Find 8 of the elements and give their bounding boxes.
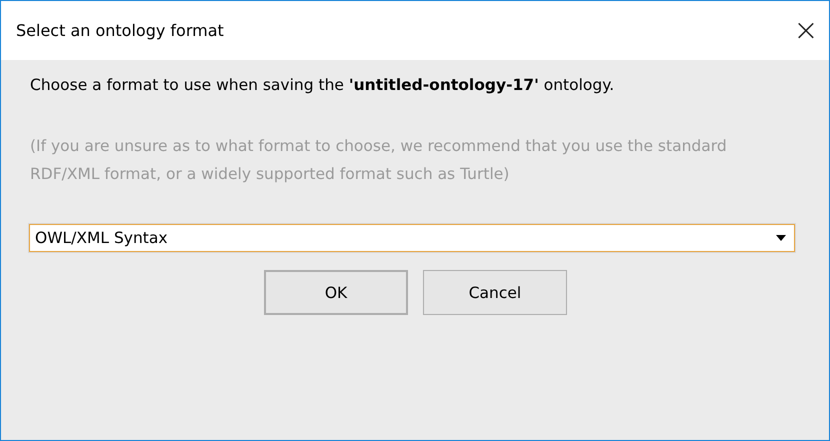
message-text: Choose a format to use when saving the 'untitled-ontology-17' ontology.: [30, 76, 616, 94]
ok-button[interactable]: OK: [264, 270, 408, 315]
window-title: Select an ontology format: [16, 21, 224, 40]
close-button[interactable]: ×: [783, 8, 829, 54]
caret-icon: [776, 235, 786, 241]
hint-text: (If you are unsure as to what format to choose, we recommend that you use the standard RDF/XML format, or a widely supported format such as Turtle): [30, 136, 728, 185]
cancel-button[interactable]: Cancel: [423, 270, 567, 315]
format-dropdown[interactable]: OWL/XML Syntax: [29, 224, 795, 252]
